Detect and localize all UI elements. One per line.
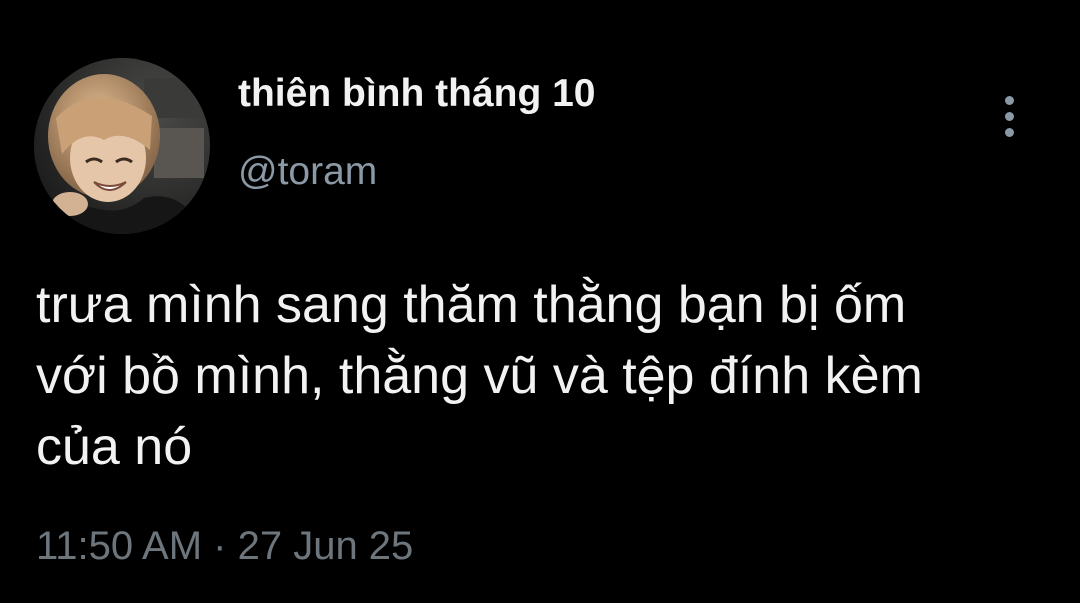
author-avatar[interactable]: [34, 58, 210, 234]
more-vertical-icon-dot: [1004, 127, 1014, 137]
avatar-image: [34, 58, 210, 234]
tweet-timestamp[interactable]: 11:50 AM · 27 Jun 25: [36, 524, 413, 569]
tweet-time: 11:50 AM: [36, 524, 203, 568]
tweet-text: trưa mình sang thăm thằng bạn bị ốm với …: [36, 270, 1066, 483]
tweet-text-line: của nó: [36, 418, 193, 476]
tweet-date: 27 Jun 25: [237, 524, 414, 568]
more-vertical-icon-dot: [1004, 111, 1014, 121]
more-vertical-icon: [1004, 95, 1014, 105]
more-options-button[interactable]: [990, 92, 1028, 140]
tweet-text-line: trưa mình sang thăm thằng bạn bị ốm: [36, 276, 907, 334]
tweet-card: thiên bình tháng 10 @toram trưa mình san…: [0, 0, 1080, 603]
tweet-text-line: với bồ mình, thằng vũ và tệp đính kèm: [36, 347, 923, 405]
author-handle[interactable]: @toram: [238, 150, 377, 194]
meta-separator: ·: [202, 524, 238, 568]
author-display-name[interactable]: thiên bình tháng 10: [238, 72, 596, 116]
